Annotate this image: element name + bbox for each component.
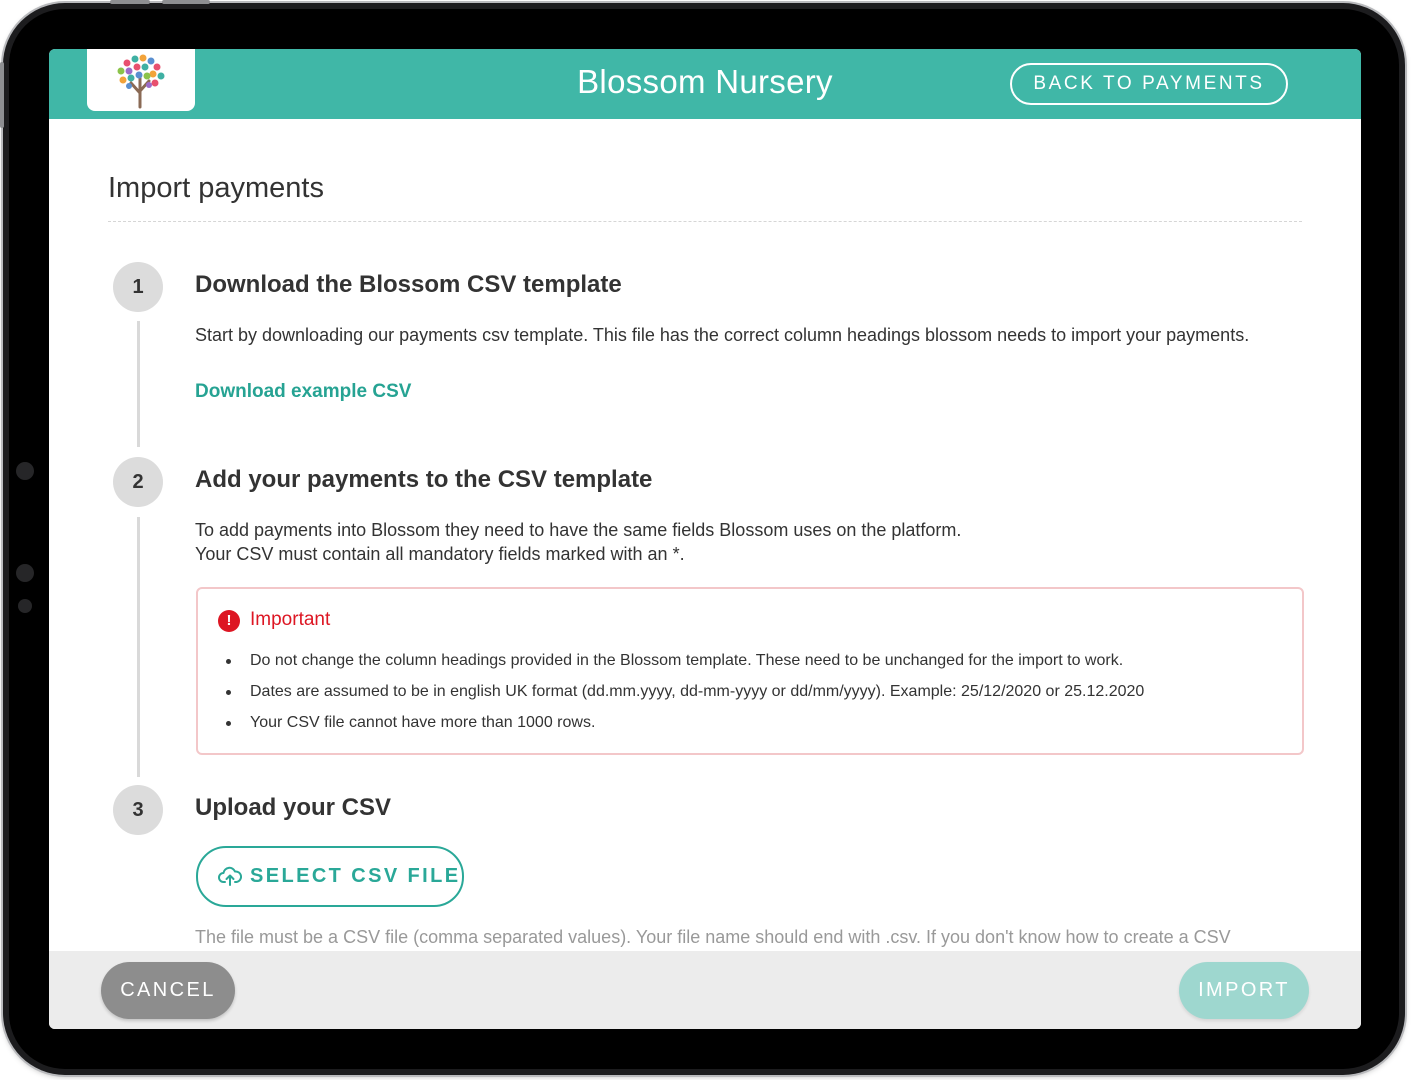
tablet-top-button [162,0,210,4]
important-item: Do not change the column headings provid… [224,649,1144,680]
step-number-1: 1 [113,262,163,312]
important-list: Do not change the column headings provid… [224,649,1144,742]
cancel-button[interactable]: CANCEL [101,962,235,1019]
tablet-sensor [16,462,34,480]
file-format-hint: The file must be a CSV file (comma separ… [195,927,1231,947]
step-2-text-line-1: To add payments into Blossom they need t… [195,520,962,540]
step-2-text-line-2: Your CSV must contain all mandatory fiel… [195,544,685,564]
important-item: Your CSV file cannot have more than 1000… [224,711,1144,742]
tablet-side-button [0,62,4,128]
important-notice: ! Important Do not change the column hea… [196,587,1304,755]
page-title: Import payments [108,172,324,204]
download-example-csv-link[interactable]: Download example CSV [195,381,411,403]
important-item: Dates are assumed to be in english UK fo… [224,680,1144,711]
select-csv-file-button[interactable]: SELECT CSV FILE [196,846,464,907]
step-2-title: Add your payments to the CSV template [195,466,653,493]
important-title: Important [250,609,331,630]
tablet-sensor [18,599,32,613]
title-divider [108,221,1302,222]
import-button[interactable]: IMPORT [1179,962,1309,1019]
cloud-upload-icon [218,866,242,886]
step-number-3: 3 [113,785,163,835]
action-footer: CANCEL IMPORT [49,951,1361,1029]
step-number-2: 2 [113,457,163,507]
step-1-text: Start by downloading our payments csv te… [195,325,1250,345]
step-1-title: Download the Blossom CSV template [195,271,622,298]
tablet-sensor [16,564,34,582]
step-connector [137,321,140,447]
select-csv-file-label: SELECT CSV FILE [250,865,461,887]
alert-icon: ! [218,610,240,632]
step-connector [137,517,140,777]
app-screen: Blossom Nursery BACK TO PAYMENTS Import … [49,49,1361,1029]
app-header: Blossom Nursery BACK TO PAYMENTS [49,49,1361,119]
step-3-title: Upload your CSV [195,794,392,821]
tablet-top-button [110,0,150,4]
back-to-payments-button[interactable]: BACK TO PAYMENTS [1010,63,1288,105]
